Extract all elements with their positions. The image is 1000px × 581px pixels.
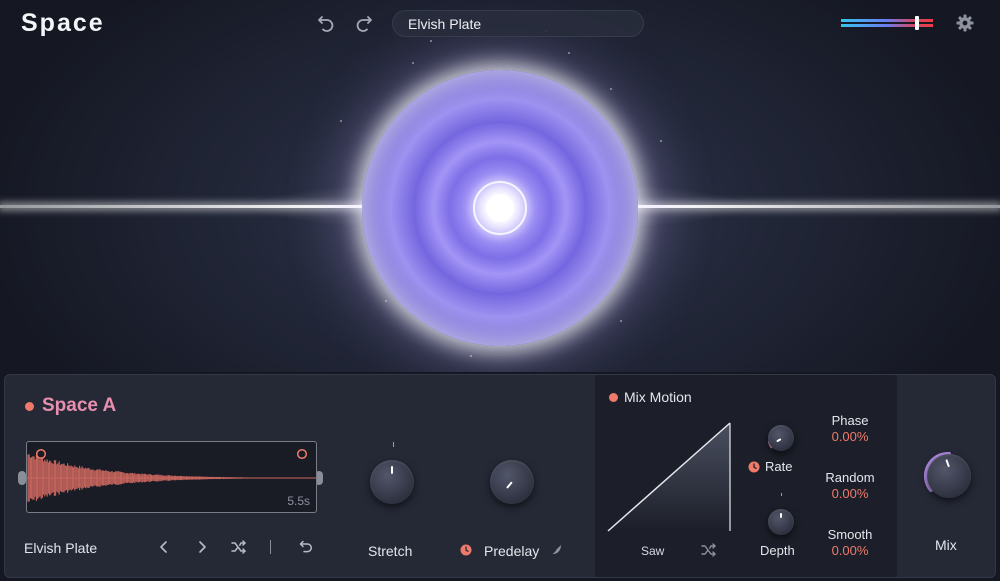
impulse-waveform[interactable]: 5.5s [26,441,317,513]
reverb-orb [362,70,638,346]
depth-label: Depth [760,543,795,558]
orb-core [486,194,514,222]
random-value[interactable]: 0.00% [810,486,890,501]
module-title: Space A [42,395,117,416]
lfo-shape-display[interactable] [607,421,731,533]
stretch-knob[interactable] [370,460,414,504]
mix-panel: Mix [897,375,995,577]
impulse-name: Elvish Plate [24,540,98,556]
feather-icon[interactable] [548,542,564,558]
shuffle-icon [701,543,716,557]
redo-button[interactable] [353,12,375,34]
module-power-toggle[interactable] [25,401,34,411]
chevron-right-icon [199,541,206,553]
stretch-label: Stretch [368,543,413,559]
waveform-end-marker[interactable] [296,448,308,460]
depth-center-mark [781,493,782,496]
reset-ir-button[interactable] [297,538,315,556]
lfo-shape-label[interactable]: Saw [641,544,664,558]
meter-bar-right [841,24,933,27]
top-bar: Space Elvish Plate [0,0,1000,48]
stretch-center-mark [393,442,394,447]
undo-icon [299,540,313,553]
random-ir-button[interactable] [230,538,248,556]
previous-ir-button[interactable] [155,538,173,556]
depth-knob[interactable] [768,509,794,535]
mix-motion-title: Mix Motion [624,389,692,405]
module-header: Space A [25,395,116,417]
preset-name: Elvish Plate [408,16,482,32]
rate-label: Rate [765,459,793,474]
predelay-knob[interactable] [490,460,534,504]
clock-icon[interactable] [460,544,472,556]
preset-selector[interactable]: Elvish Plate [392,10,644,37]
smooth-value[interactable]: 0.00% [810,543,890,558]
smooth-label: Smooth [827,527,873,542]
shuffle-icon [231,540,246,554]
ir-length: 5.5s [287,494,310,508]
waveform-left-handle[interactable] [18,471,26,485]
next-ir-button[interactable] [193,538,211,556]
toolbar-separator [270,540,271,554]
redo-icon [356,16,372,32]
mix-label: Mix [935,537,957,553]
waveform-graphic [27,454,316,502]
mix-knob[interactable] [927,454,971,498]
app-logo: Space [21,9,105,37]
lfo-shuffle-button[interactable] [700,541,718,559]
settings-button[interactable] [955,13,975,33]
rate-knob[interactable] [768,425,794,451]
meter-bar-left [841,19,933,22]
mix-motion-header: Mix Motion [609,389,692,405]
phase-label: Phase [831,413,869,428]
output-gain-handle[interactable] [915,16,919,30]
undo-icon [318,16,334,32]
control-panel: Space A 5.5s Elvish Plate Stretch Predel… [4,374,996,578]
gear-icon [956,14,974,32]
predelay-label: Predelay [484,543,540,559]
clock-icon[interactable] [748,461,760,473]
mix-motion-panel: Mix Motion Saw Rate Depth Phase 0.00% Ra… [595,375,897,577]
orb-visualizer [0,0,1000,372]
waveform-start-marker[interactable] [35,448,47,460]
random-label: Random [825,470,875,485]
phase-value[interactable]: 0.00% [810,429,890,444]
chevron-left-icon [160,541,167,553]
mix-motion-toggle[interactable] [609,392,618,402]
undo-button[interactable] [315,12,337,34]
output-level-meter[interactable] [841,16,933,30]
